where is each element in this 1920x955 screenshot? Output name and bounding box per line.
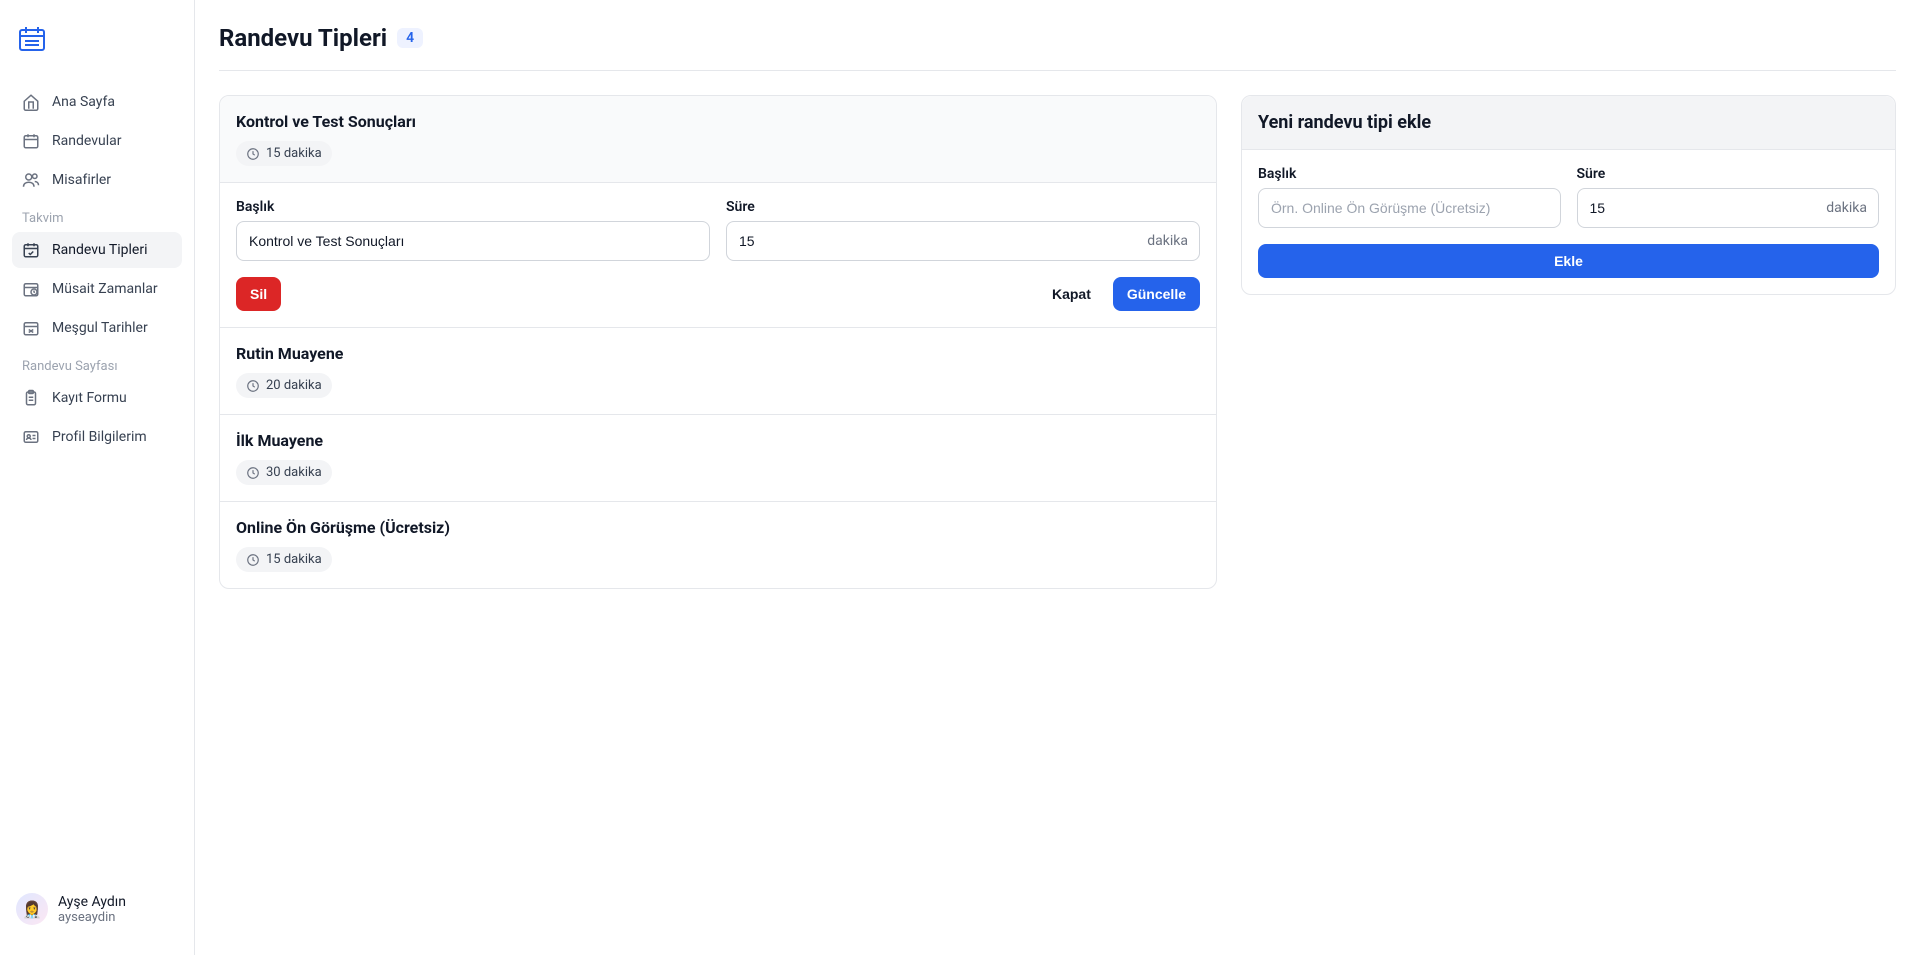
type-list-item[interactable]: Rutin Muayene 20 dakika <box>220 327 1216 414</box>
add-title-input[interactable] <box>1258 188 1561 228</box>
type-title: Kontrol ve Test Sonuçları <box>236 112 1200 131</box>
type-list-item[interactable]: Online Ön Görüşme (Ücretsiz) 15 dakika <box>220 501 1216 588</box>
add-duration-input[interactable] <box>1577 188 1880 228</box>
nav-label: Randevu Tipleri <box>52 242 148 258</box>
duration-text: 15 dakika <box>266 552 322 567</box>
nav-available-times[interactable]: Müsait Zamanlar <box>12 271 182 307</box>
nav-section-page: Randevu Sayfası <box>12 349 182 380</box>
add-type-panel: Yeni randevu tipi ekle Başlık Süre <box>1241 95 1896 295</box>
clock-icon <box>246 379 260 393</box>
clock-icon <box>246 553 260 567</box>
add-label-title: Başlık <box>1258 166 1561 182</box>
nav: Ana Sayfa Randevular Misafirler Takvim R… <box>12 84 182 887</box>
type-title: Rutin Muayene <box>236 344 1200 363</box>
edit-duration-input[interactable] <box>726 221 1200 261</box>
delete-button[interactable]: Sil <box>236 277 281 311</box>
app-logo[interactable] <box>12 24 182 56</box>
update-button[interactable]: Güncelle <box>1113 277 1200 311</box>
calendar-clock-icon <box>22 280 40 298</box>
nav-section-calendar: Takvim <box>12 201 182 232</box>
user-menu[interactable]: 👩‍⚕️ Ayşe Aydın ayseaydin <box>12 887 182 931</box>
home-icon <box>22 93 40 111</box>
nav-label: Müsait Zamanlar <box>52 281 158 297</box>
duration-pill: 30 dakika <box>236 460 332 485</box>
nav-appointments[interactable]: Randevular <box>12 123 182 159</box>
duration-text: 15 dakika <box>266 146 322 161</box>
label-title: Başlık <box>236 199 710 215</box>
calendar-icon <box>22 132 40 150</box>
user-name: Ayşe Aydın <box>58 894 126 910</box>
profile-card-icon <box>22 428 40 446</box>
close-button[interactable]: Kapat <box>1038 277 1105 311</box>
nav-busy-dates[interactable]: Meşgul Tarihler <box>12 310 182 346</box>
calendar-check-icon <box>22 241 40 259</box>
duration-text: 30 dakika <box>266 465 322 480</box>
edit-title-input[interactable] <box>236 221 710 261</box>
type-title: Online Ön Görüşme (Ücretsiz) <box>236 518 1200 537</box>
nav-label: Randevular <box>52 133 121 149</box>
nav-label: Meşgul Tarihler <box>52 320 148 336</box>
nav-label: Misafirler <box>52 172 111 188</box>
clipboard-icon <box>22 389 40 407</box>
duration-pill: 20 dakika <box>236 373 332 398</box>
clock-icon <box>246 147 260 161</box>
add-label-duration: Süre <box>1577 166 1880 182</box>
nav-signup-form[interactable]: Kayıt Formu <box>12 380 182 416</box>
count-badge: 4 <box>397 28 423 48</box>
main: Randevu Tipleri 4 Kontrol ve Test Sonuçl… <box>195 0 1920 955</box>
type-edit-card: Kontrol ve Test Sonuçları 15 dakika Başl… <box>220 96 1216 327</box>
page-header: Randevu Tipleri 4 <box>219 24 1896 71</box>
clock-icon <box>246 466 260 480</box>
nav-label: Profil Bilgilerim <box>52 429 147 445</box>
duration-pill: 15 dakika <box>236 141 332 166</box>
add-button[interactable]: Ekle <box>1258 244 1879 278</box>
nav-profile[interactable]: Profil Bilgilerim <box>12 419 182 455</box>
page-title: Randevu Tipleri <box>219 24 387 52</box>
nav-label: Kayıt Formu <box>52 390 127 406</box>
users-icon <box>22 171 40 189</box>
user-handle: ayseaydin <box>58 910 126 925</box>
nav-appointment-types[interactable]: Randevu Tipleri <box>12 232 182 268</box>
avatar: 👩‍⚕️ <box>16 893 48 925</box>
nav-home[interactable]: Ana Sayfa <box>12 84 182 120</box>
type-list-item[interactable]: İlk Muayene 30 dakika <box>220 414 1216 501</box>
duration-pill: 15 dakika <box>236 547 332 572</box>
sidebar: Ana Sayfa Randevular Misafirler Takvim R… <box>0 0 195 955</box>
type-title: İlk Muayene <box>236 431 1200 450</box>
label-duration: Süre <box>726 199 1200 215</box>
nav-guests[interactable]: Misafirler <box>12 162 182 198</box>
nav-label: Ana Sayfa <box>52 94 115 110</box>
add-panel-title: Yeni randevu tipi ekle <box>1258 112 1879 133</box>
calendar-x-icon <box>22 319 40 337</box>
calendar-app-icon <box>16 24 48 56</box>
duration-text: 20 dakika <box>266 378 322 393</box>
types-panel: Kontrol ve Test Sonuçları 15 dakika Başl… <box>219 95 1217 589</box>
